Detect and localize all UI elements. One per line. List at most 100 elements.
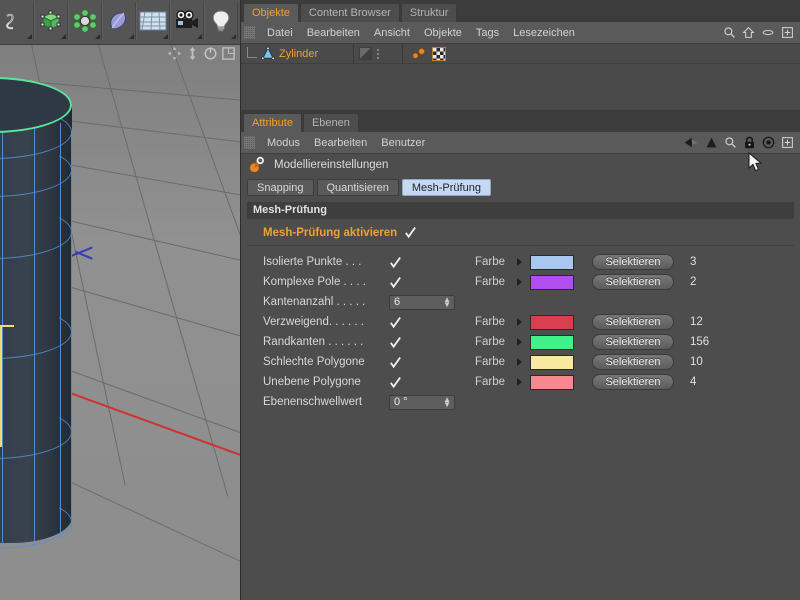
select-button[interactable]: Selektieren — [592, 254, 674, 270]
stepper-arrows-icon[interactable]: ▲ ▼ — [443, 295, 451, 308]
menu-modus[interactable]: Modus — [260, 132, 307, 154]
property-checkbox[interactable] — [389, 356, 415, 369]
property-label: Randkanten . . . . . . — [263, 336, 364, 348]
tab-content-browser[interactable]: Content Browser — [299, 3, 400, 22]
tool-spline[interactable] — [0, 2, 34, 40]
property-checkbox[interactable] — [389, 276, 415, 289]
grip-handle-icon[interactable] — [244, 136, 255, 149]
color-swatch[interactable] — [530, 274, 574, 290]
property-checkbox[interactable] — [389, 316, 415, 329]
property-checkbox[interactable] — [389, 256, 415, 269]
plus-box-icon[interactable] — [781, 136, 794, 149]
color-swatch[interactable] — [530, 314, 574, 330]
ellipse-icon[interactable] — [761, 26, 775, 39]
display-mode-icon[interactable] — [359, 47, 372, 60]
chevron-right-icon[interactable] — [517, 258, 522, 266]
rotate-icon[interactable] — [203, 46, 218, 61]
cylinder-object[interactable] — [0, 75, 112, 549]
property-label: Schlechte Polygone — [263, 356, 365, 368]
enable-mesh-check-label: Mesh-Prüfung aktivieren — [263, 226, 398, 239]
tab-attribute[interactable]: Attribute — [243, 113, 302, 132]
menu-lesezeichen[interactable]: Lesezeichen — [506, 22, 582, 44]
enable-mesh-check-row[interactable]: Mesh-Prüfung aktivieren — [241, 219, 800, 245]
tool-light[interactable] — [204, 2, 238, 40]
menu-bearbeiten[interactable]: Bearbeiten — [300, 22, 367, 44]
cinema4d-window: Objekte Content Browser Struktur Datei B… — [0, 0, 800, 600]
chevron-right-icon[interactable] — [517, 378, 522, 386]
select-button[interactable]: Selektieren — [592, 374, 674, 390]
search-icon[interactable] — [723, 26, 736, 39]
enable-mesh-check-checkbox[interactable] — [404, 226, 417, 239]
move-icon[interactable] — [167, 46, 182, 61]
viewport-perspective[interactable] — [0, 45, 240, 600]
menu-ansicht[interactable]: Ansicht — [367, 22, 417, 44]
tab-snapping[interactable]: Snapping — [247, 179, 314, 196]
property-checkbox[interactable] — [389, 336, 415, 349]
cube-icon — [40, 10, 61, 31]
select-button[interactable]: Selektieren — [592, 334, 674, 350]
viewport-nav-controls — [167, 46, 236, 61]
color-swatch[interactable] — [530, 334, 574, 350]
property-checkbox[interactable] — [389, 376, 415, 389]
object-name-cell[interactable]: Zylinder — [241, 44, 353, 64]
kantenanzahl-value: 6 — [394, 296, 401, 308]
select-button[interactable]: Selektieren — [592, 314, 674, 330]
object-tags-cell[interactable] — [403, 46, 446, 61]
color-swatch[interactable] — [530, 374, 574, 390]
tab-quantisieren[interactable]: Quantisieren — [316, 179, 399, 196]
tab-ebenen[interactable]: Ebenen — [302, 113, 359, 132]
checkmark-icon — [390, 276, 401, 288]
kantenanzahl-input[interactable]: 6 ▲ ▼ — [389, 294, 455, 310]
settings-segment-tabs: Snapping Quantisieren Mesh-Prüfung — [241, 176, 800, 196]
color-swatch[interactable] — [530, 254, 574, 270]
phong-tag-icon[interactable] — [411, 47, 427, 61]
tool-generator[interactable] — [68, 2, 102, 40]
chevron-right-icon[interactable] — [517, 338, 522, 346]
menu-bearbeiten[interactable]: Bearbeiten — [307, 132, 374, 154]
property-row-kantenanzahl: Kantenanzahl . . . . . 6 ▲ ▼ — [263, 292, 800, 312]
lock-icon[interactable] — [743, 136, 756, 150]
mesh-check-properties: Isolierte Punkte . . . Farbe Selektieren… — [241, 252, 800, 412]
color-swatch[interactable] — [530, 354, 574, 370]
attribute-manager-tabs: Attribute Ebenen — [241, 110, 800, 132]
tab-mesh-pruefung[interactable]: Mesh-Prüfung — [401, 179, 491, 196]
chevron-right-icon[interactable] — [517, 358, 522, 366]
back-arrow-icon[interactable] — [683, 136, 699, 149]
zoom-icon[interactable] — [185, 46, 200, 61]
tab-struktur[interactable]: Struktur — [400, 3, 458, 22]
menu-benutzer[interactable]: Benutzer — [374, 132, 432, 154]
home-icon[interactable] — [742, 26, 755, 39]
checker-texture-tag-icon[interactable] — [432, 46, 446, 61]
target-icon[interactable] — [762, 136, 775, 149]
grip-handle-icon[interactable] — [244, 26, 255, 39]
forward-arrow-icon[interactable] — [705, 136, 718, 149]
tool-camera[interactable] — [170, 2, 204, 40]
tool-nurbs[interactable] — [102, 2, 136, 40]
object-list[interactable]: Zylinder — [241, 43, 800, 110]
tool-scene-grid[interactable] — [136, 2, 170, 40]
table-row[interactable]: Zylinder — [241, 43, 800, 64]
tool-primitive-cube[interactable] — [34, 2, 68, 40]
chevron-right-icon[interactable] — [517, 278, 522, 286]
select-button[interactable]: Selektieren — [592, 354, 674, 370]
stepper-arrows-icon[interactable]: ▲ ▼ — [443, 395, 451, 408]
maximize-icon[interactable] — [221, 46, 236, 61]
plus-box-icon[interactable] — [781, 26, 794, 39]
object-mode-cell[interactable] — [354, 47, 402, 60]
attribute-manager: Attribute Ebenen Modus Bearbeiten Benutz… — [240, 110, 800, 600]
cylinder-highlight-edge — [0, 325, 14, 327]
search-icon[interactable] — [724, 136, 737, 149]
chevron-right-icon[interactable] — [517, 318, 522, 326]
property-label: Isolierte Punkte . . . — [263, 256, 362, 268]
ebenenschwellwert-input[interactable]: 0 ° ▲ ▼ — [389, 394, 455, 410]
property-row-isolierte-punkte: Isolierte Punkte . . . Farbe Selektieren… — [263, 252, 800, 272]
object-manager-tabs: Objekte Content Browser Struktur — [241, 0, 800, 22]
select-button[interactable]: Selektieren — [592, 274, 674, 290]
menu-tags[interactable]: Tags — [469, 22, 506, 44]
count-value: 3 — [690, 256, 697, 268]
tab-objekte[interactable]: Objekte — [243, 3, 299, 22]
menu-datei[interactable]: Datei — [260, 22, 300, 44]
checkmark-icon — [390, 336, 401, 348]
visibility-dots-icon[interactable] — [377, 48, 379, 59]
menu-objekte[interactable]: Objekte — [417, 22, 469, 44]
